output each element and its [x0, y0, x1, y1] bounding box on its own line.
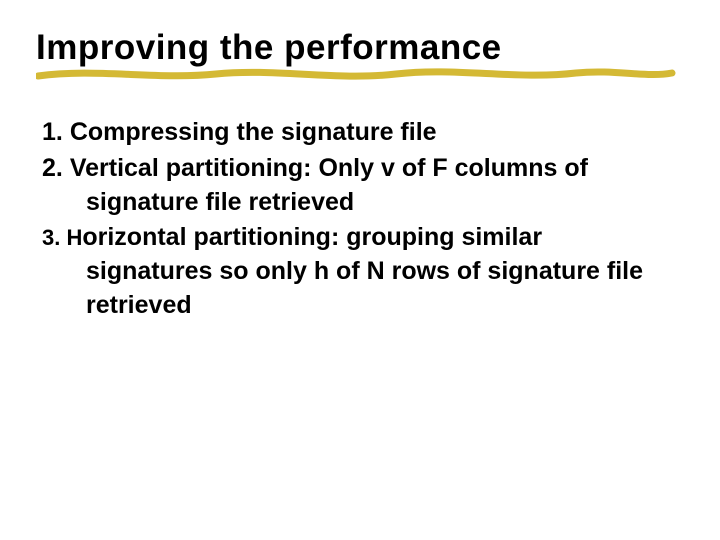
- item-text: Compressing the signature file: [70, 118, 437, 146]
- item-number: 1.: [42, 118, 63, 146]
- slide: Improving the performance 1. Compressing…: [0, 0, 720, 540]
- slide-title: Improving the performance: [36, 28, 684, 68]
- item-number: 2.: [42, 154, 63, 182]
- item-text: Vertical partitioning: Only v of F colum…: [70, 154, 588, 216]
- item-number: 3. H: [42, 225, 82, 250]
- item-text: orizontal partitioning: grouping similar…: [82, 223, 643, 319]
- list-item: 3. Horizontal partitioning: grouping sim…: [42, 221, 664, 322]
- title-block: Improving the performance: [36, 28, 684, 68]
- list-item: 1. Compressing the signature file: [42, 116, 664, 150]
- content-list: 1. Compressing the signature file 2. Ver…: [36, 116, 684, 323]
- list-item: 2. Vertical partitioning: Only v of F co…: [42, 152, 664, 220]
